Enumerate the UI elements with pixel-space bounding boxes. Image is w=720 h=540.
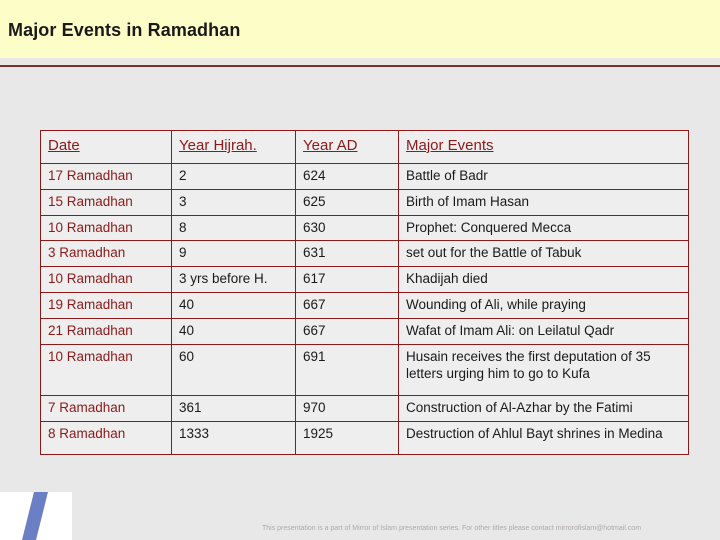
slide: Major Events in Ramadhan Date Year Hijra… [0, 0, 720, 540]
cell-year-hijrah: 60 [171, 343, 296, 396]
cell-year-ad: 630 [295, 214, 399, 242]
cell-year-hijrah: 40 [171, 318, 296, 345]
cell-date: 21 Ramadhan [40, 318, 172, 345]
cell-major-event: Birth of Imam Hasan [398, 188, 689, 216]
cell-date: 17 Ramadhan [40, 162, 172, 190]
cell-year-ad: 970 [295, 394, 399, 422]
cell-year-ad: 624 [295, 162, 399, 190]
cell-major-event: Khadijah died [398, 266, 689, 294]
cell-major-event: Wafat of Imam Ali: on Leilatul Qadr [398, 318, 689, 345]
title-divider [0, 65, 720, 67]
cell-date: 19 Ramadhan [40, 292, 172, 319]
cell-year-ad: 667 [295, 318, 399, 345]
cell-major-event: Construction of Al-Azhar by the Fatimi [398, 394, 689, 422]
cell-major-event: Destruction of Ahlul Bayt shrines in Med… [398, 420, 689, 456]
cell-date: 10 Ramadhan [40, 266, 172, 294]
table-row: 17 Ramadhan 2 624 Battle of Badr [40, 162, 689, 190]
cell-year-hijrah: 3 [171, 188, 296, 216]
footer-note: This presentation is a part of Mirror of… [262, 525, 642, 532]
cell-year-hijrah: 3 yrs before H. [171, 266, 296, 294]
table-row: 8 Ramadhan 1333 1925 Destruction of Ahlu… [40, 420, 689, 456]
cell-date: 3 Ramadhan [40, 240, 172, 268]
cell-year-ad: 617 [295, 266, 399, 294]
cell-date: 10 Ramadhan [40, 214, 172, 242]
column-header-year-ad: Year AD [295, 130, 399, 164]
table-row: 10 Ramadhan 60 691 Husain receives the f… [40, 343, 689, 396]
cell-major-event: Husain receives the first deputation of … [398, 343, 689, 396]
column-header-year-hijrah: Year Hijrah. [171, 130, 296, 164]
cell-major-event: Wounding of Ali, while praying [398, 292, 689, 319]
cell-date: 7 Ramadhan [40, 394, 172, 422]
cell-year-ad: 1925 [295, 420, 399, 456]
events-table: Date Year Hijrah. Year AD Major Events 1… [40, 130, 689, 456]
cell-year-hijrah: 9 [171, 240, 296, 268]
events-table-container: Date Year Hijrah. Year AD Major Events 1… [40, 130, 689, 456]
cell-year-ad: 667 [295, 292, 399, 319]
cell-year-hijrah: 2 [171, 162, 296, 190]
cell-year-ad: 625 [295, 188, 399, 216]
table-row: 19 Ramadhan 40 667 Wounding of Ali, whil… [40, 292, 689, 319]
cell-date: 10 Ramadhan [40, 343, 172, 396]
cell-major-event: set out for the Battle of Tabuk [398, 240, 689, 268]
page-title: Major Events in Ramadhan [8, 20, 241, 40]
cell-major-event: Prophet: Conquered Mecca [398, 214, 689, 242]
column-header-date: Date [40, 130, 172, 164]
title-banner: Major Events in Ramadhan [0, 0, 720, 58]
cell-major-event: Battle of Badr [398, 162, 689, 190]
cell-date: 15 Ramadhan [40, 188, 172, 216]
corner-decoration [0, 492, 72, 540]
cell-year-hijrah: 8 [171, 214, 296, 242]
cell-date: 8 Ramadhan [40, 420, 172, 456]
table-header-row: Date Year Hijrah. Year AD Major Events [40, 130, 689, 164]
table-row: 7 Ramadhan 361 970 Construction of Al-Az… [40, 394, 689, 422]
cell-year-hijrah: 40 [171, 292, 296, 319]
cell-year-hijrah: 1333 [171, 420, 296, 456]
table-row: 10 Ramadhan 3 yrs before H. 617 Khadijah… [40, 266, 689, 294]
column-header-major-events: Major Events [398, 130, 689, 164]
cell-year-ad: 631 [295, 240, 399, 268]
table-row: 3 Ramadhan 9 631 set out for the Battle … [40, 240, 689, 268]
table-row: 21 Ramadhan 40 667 Wafat of Imam Ali: on… [40, 318, 689, 345]
corner-decoration-stripe [22, 492, 48, 540]
table-row: 10 Ramadhan 8 630 Prophet: Conquered Mec… [40, 214, 689, 242]
table-row: 15 Ramadhan 3 625 Birth of Imam Hasan [40, 188, 689, 216]
cell-year-hijrah: 361 [171, 394, 296, 422]
cell-year-ad: 691 [295, 343, 399, 396]
